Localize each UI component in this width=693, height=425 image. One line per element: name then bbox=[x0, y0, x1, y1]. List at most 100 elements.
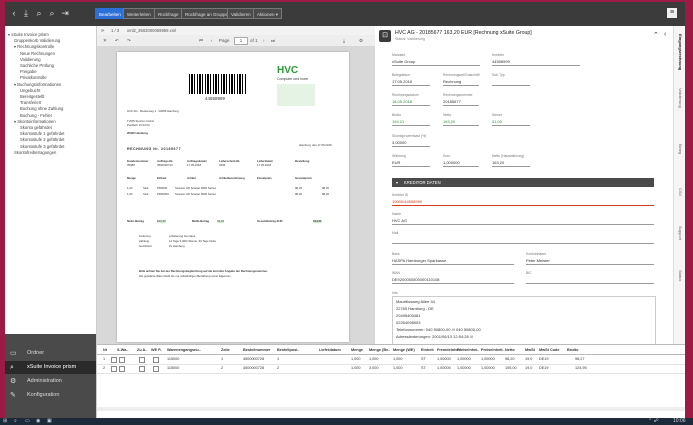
back-icon[interactable]: ‹ bbox=[8, 7, 20, 19]
checkbox-sel[interactable] bbox=[111, 366, 117, 372]
grid-header[interactable]: MwSt Code bbox=[539, 348, 559, 352]
right-tab[interactable]: Beleg bbox=[674, 144, 685, 154]
right-tab[interactable]: Status bbox=[674, 270, 685, 281]
sidebar-nav-item[interactable]: ✎ Konfiguration bbox=[5, 389, 96, 402]
kontoinhaber-field[interactable]: Peter Meister bbox=[526, 257, 654, 265]
sidebar-nav-item[interactable]: ▭ Ordner bbox=[5, 347, 96, 360]
bank-field[interactable]: HASPA Hamburger Sparkasse bbox=[392, 257, 514, 265]
rdatum-field[interactable]: 18.05.2018 bbox=[392, 98, 430, 106]
checkbox-sel[interactable] bbox=[111, 357, 117, 363]
grid-header[interactable]: Lieferdatum bbox=[319, 348, 341, 352]
sidebar-tree-item[interactable]: ▾ xSuite Invoice prism bbox=[8, 32, 49, 38]
steuer-field[interactable]: 31,00 bbox=[492, 118, 530, 126]
checkbox-swa[interactable] bbox=[119, 366, 125, 372]
tab-aktionen[interactable]: Aktionen ▾ bbox=[253, 8, 283, 19]
sidebar-tree-item[interactable]: Buchung ohne Zahlung bbox=[20, 106, 63, 112]
search-advanced-icon[interactable]: ⌕ bbox=[46, 7, 58, 19]
sidebar-tree-item[interactable]: Skonto gefährdet bbox=[20, 125, 52, 131]
sidebar-nav-item[interactable]: ⌕ xSuite Invoice prism bbox=[5, 361, 96, 374]
iban-field[interactable]: DE9200050500000110108 bbox=[392, 276, 514, 284]
grid-header[interactable]: Menge (Be.. bbox=[369, 348, 390, 352]
right-tab[interactable]: Eingangsrechnung bbox=[674, 34, 685, 70]
checkbox-swa[interactable] bbox=[119, 357, 125, 363]
belegdatum-field[interactable]: 17.05.2018 bbox=[392, 78, 430, 86]
sidebar-tree-item[interactable]: Neue Rechnungen bbox=[20, 51, 55, 57]
document-viewer[interactable]: 44558999 HVC Computer und more HVC AG · … bbox=[97, 46, 375, 344]
sidebar-tree-item[interactable]: Bereitgestellt bbox=[20, 94, 44, 100]
undo-icon[interactable]: ↶ bbox=[115, 35, 119, 46]
nettohw-field[interactable]: 163,20 bbox=[492, 159, 530, 167]
tab-validieren[interactable]: Validieren bbox=[227, 8, 255, 19]
grid-header[interactable]: Warenengangsnu.. bbox=[167, 348, 201, 352]
collapse-icon[interactable]: ⌃ bbox=[653, 31, 659, 39]
browser-icon[interactable]: ◉ bbox=[36, 418, 40, 425]
chevron-left-icon[interactable]: ‹ bbox=[664, 31, 666, 38]
table-row[interactable]: 2 115000 2 4500000728 2 1,000 3,000 1,000 ST 1,00… bbox=[97, 364, 685, 374]
kurs-field[interactable]: 1,000000 bbox=[443, 159, 479, 167]
sidebar-tree-item[interactable]: ▾ Rechnungskontrolle bbox=[14, 44, 54, 50]
right-tab[interactable]: Validierung bbox=[674, 88, 685, 108]
grid-header[interactable]: Nr bbox=[103, 348, 107, 352]
logout-icon[interactable]: ⇥ bbox=[59, 7, 71, 19]
grid-header[interactable]: S-Wa.. bbox=[117, 348, 128, 352]
sidebar-tree-item[interactable]: Ungebucht bbox=[20, 88, 40, 94]
menu-icon[interactable]: ≡ bbox=[667, 8, 677, 18]
tab-rueckfrage-gruppe[interactable]: Rückfrage an Gruppe bbox=[181, 8, 233, 19]
first-page-icon[interactable]: ⏮ bbox=[199, 35, 203, 46]
sidebar-tree-item[interactable]: Gruppenkorb Validierung bbox=[14, 38, 60, 44]
search-icon[interactable]: ⌕ bbox=[14, 418, 17, 425]
bic-field[interactable] bbox=[526, 276, 654, 284]
redo-icon[interactable]: ↷ bbox=[127, 35, 131, 46]
grid-header[interactable]: Bestellposi.. bbox=[277, 348, 299, 352]
next-page-icon[interactable]: › bbox=[263, 35, 265, 46]
grid-header[interactable]: Zeile bbox=[221, 348, 230, 352]
right-tab[interactable]: Support bbox=[674, 226, 685, 240]
sidebar-tree-item[interactable]: ▾ Skontoinformationen bbox=[14, 119, 56, 125]
grid-header[interactable]: Zu A.. bbox=[137, 348, 147, 352]
grid-header[interactable]: Menge bbox=[351, 348, 363, 352]
start-icon[interactable]: ⊞ bbox=[3, 418, 7, 425]
checkbox-wep[interactable] bbox=[153, 357, 159, 363]
info-textarea[interactable]: Mauritiusweg Allee 44 22765 Hamburg - DE 2… bbox=[392, 296, 656, 344]
sidebar-tree-item[interactable]: Validierung bbox=[20, 57, 41, 63]
grid-header[interactable]: Einheit bbox=[421, 348, 434, 352]
grid-header[interactable]: Preiseinheit.. bbox=[481, 348, 505, 352]
horizontal-scrollbar[interactable] bbox=[97, 407, 685, 411]
kreditor-section-header[interactable]: ▾ KREDITOR DATEN bbox=[392, 178, 654, 187]
download-icon[interactable]: ⤓ bbox=[20, 7, 32, 19]
tab-weiterleiten[interactable]: Weiterleiten bbox=[123, 8, 155, 19]
tab-bearbeiten[interactable]: Bearbeiten bbox=[95, 8, 125, 19]
search-icon[interactable]: ⌕ bbox=[33, 7, 45, 19]
checkbox-zua[interactable] bbox=[139, 366, 145, 372]
kreditorid-field[interactable]: 10000/44558999 bbox=[392, 198, 654, 206]
subtyp-select[interactable] bbox=[492, 78, 530, 86]
checkbox-zua[interactable] bbox=[139, 357, 145, 363]
download-doc-icon[interactable]: ⤓ bbox=[343, 35, 345, 46]
sidebar-nav-item[interactable]: ⚙ Administration bbox=[5, 375, 96, 388]
rechnungsart-select[interactable]: Rechnung bbox=[443, 78, 479, 86]
folder-icon[interactable]: ▣ bbox=[47, 418, 52, 425]
settings-icon[interactable]: ⚙ bbox=[359, 35, 363, 46]
sidebar-tree-item[interactable]: Skontostufe 2 gefährdet bbox=[20, 137, 64, 143]
checkbox-wep[interactable] bbox=[153, 366, 159, 372]
kreditor-field[interactable]: 44558999 bbox=[492, 58, 580, 66]
netto-field[interactable]: 163,20 bbox=[443, 118, 479, 126]
tab-rueckfrage[interactable]: Rückfrage bbox=[154, 8, 183, 19]
page-input[interactable]: 1 bbox=[234, 37, 248, 45]
waehrung-select[interactable]: EUR bbox=[392, 159, 430, 167]
sidebar-tree-item[interactable]: Sachliche Prüfung bbox=[20, 63, 54, 69]
sidebar-tree-item[interactable]: Freigabe bbox=[20, 69, 37, 75]
sidebar-tree-item[interactable]: Transferiert bbox=[20, 100, 41, 106]
grid-header[interactable]: MwSt bbox=[525, 348, 535, 352]
sidebar-tree-item[interactable]: ▾ Buchungsinformationen bbox=[14, 82, 61, 88]
brutto-field[interactable]: 194,21 bbox=[392, 118, 430, 126]
grid-header[interactable]: Menge (WE) bbox=[393, 348, 415, 352]
grid-header[interactable]: Netto bbox=[505, 348, 515, 352]
mail-field[interactable] bbox=[392, 236, 654, 244]
prev-page-icon[interactable]: ‹ bbox=[211, 35, 213, 46]
sidebar-tree-item[interactable]: Skontostufe 3 gefährdet bbox=[20, 144, 64, 150]
sidebar-tree-item[interactable]: Buchung - Fehler bbox=[20, 113, 52, 119]
name-field[interactable]: HVC AG bbox=[392, 217, 654, 225]
task-view-icon[interactable]: ▭ bbox=[25, 418, 30, 425]
rnummer-field[interactable]: 20185677 bbox=[443, 98, 479, 106]
